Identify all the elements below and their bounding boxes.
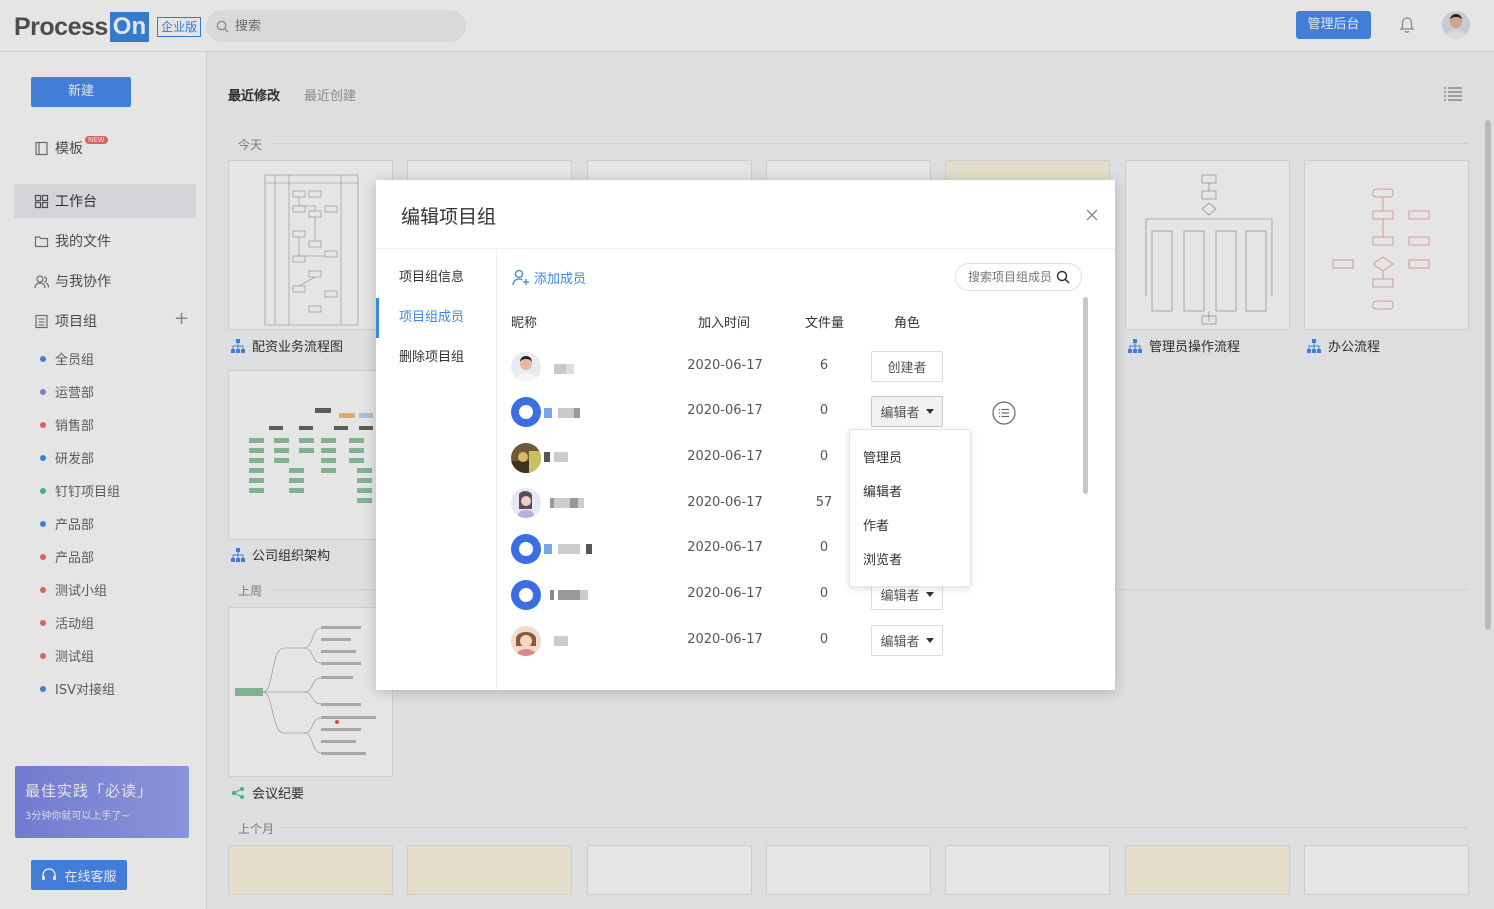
search-icon[interactable]: [1056, 270, 1070, 284]
member-search-input[interactable]: [968, 270, 1056, 284]
file-count: 0: [819, 632, 829, 647]
add-member-button[interactable]: 添加成员: [512, 268, 586, 287]
member-list-scrollbar[interactable]: [1083, 297, 1088, 494]
joined-date: 2020-06-17: [687, 358, 763, 373]
role-dropdown-menu: 管理员 编辑者 作者 浏览者: [849, 429, 971, 587]
member-name-redacted: [544, 636, 574, 646]
column-header-files: 文件量: [805, 316, 845, 331]
file-count: 57: [815, 495, 833, 510]
role-option-admin[interactable]: 管理员: [863, 447, 902, 466]
avatar: [511, 626, 541, 656]
add-user-icon: [512, 269, 529, 285]
dialog-title: 编辑项目组: [401, 206, 497, 228]
avatar: [511, 580, 541, 610]
column-header-nickname: 昵称: [511, 316, 538, 331]
avatar: [511, 352, 541, 382]
tab-group-members[interactable]: 项目组成员: [376, 298, 497, 338]
dialog-side-nav: 项目组信息 项目组成员 删除项目组: [376, 249, 497, 690]
member-name-redacted: [544, 544, 592, 554]
role-select[interactable]: 编辑者: [871, 625, 943, 656]
menu-list-icon[interactable]: [992, 401, 1016, 425]
column-header-role: 角色: [894, 316, 921, 331]
column-header-joined: 加入时间: [698, 316, 751, 331]
joined-date: 2020-06-17: [687, 449, 763, 464]
caret-down-icon: [925, 638, 934, 643]
file-count: 0: [819, 449, 829, 464]
joined-date: 2020-06-17: [687, 403, 763, 418]
file-count: 0: [819, 540, 829, 555]
close-icon[interactable]: [1084, 207, 1100, 223]
joined-date: 2020-06-17: [687, 495, 763, 510]
role-select-value: 编辑者: [880, 635, 920, 650]
caret-down-icon: [925, 409, 934, 414]
member-search[interactable]: [955, 263, 1082, 291]
avatar: [511, 443, 541, 473]
member-name-redacted: [544, 452, 584, 462]
role-option-author[interactable]: 作者: [863, 515, 889, 534]
role-option-editor[interactable]: 编辑者: [863, 481, 902, 500]
member-name-redacted: [544, 364, 584, 374]
avatar: [511, 534, 541, 564]
joined-date: 2020-06-17: [687, 540, 763, 555]
role-select[interactable]: 编辑者: [871, 396, 943, 427]
file-count: 0: [819, 586, 829, 601]
edit-project-group-dialog: 编辑项目组 项目组信息 项目组成员 删除项目组 添加成员 昵称 加入时间 文件量…: [376, 180, 1115, 690]
avatar: [511, 488, 541, 518]
member-name-redacted: [544, 498, 584, 508]
member-name-redacted: [544, 408, 584, 418]
file-count: 6: [819, 358, 829, 373]
member-name-redacted: [544, 590, 588, 600]
role-select-value: 编辑者: [880, 589, 920, 604]
role-select-value: 编辑者: [880, 406, 920, 421]
add-member-label: 添加成员: [534, 272, 587, 287]
joined-date: 2020-06-17: [687, 586, 763, 601]
tab-group-info[interactable]: 项目组信息: [376, 258, 497, 298]
role-option-viewer[interactable]: 浏览者: [863, 549, 902, 568]
tab-delete-group[interactable]: 删除项目组: [376, 338, 497, 378]
avatar: [511, 397, 541, 427]
file-count: 0: [819, 403, 829, 418]
role-creator: 创建者: [871, 351, 943, 382]
joined-date: 2020-06-17: [687, 632, 763, 647]
caret-down-icon: [925, 592, 934, 597]
